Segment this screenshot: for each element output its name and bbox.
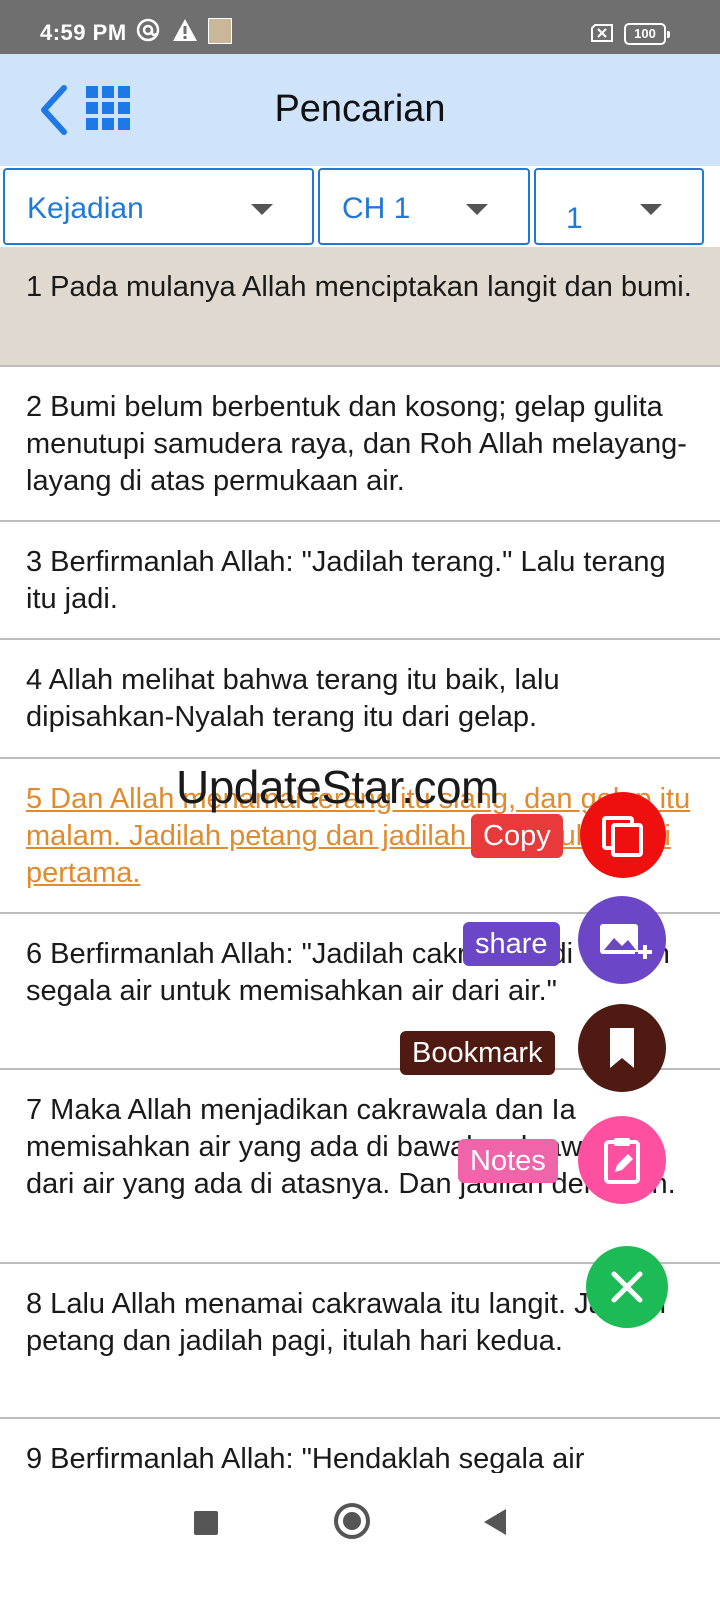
bookmark-icon	[610, 1028, 634, 1068]
app-notification-icon	[208, 18, 232, 44]
notes-button[interactable]	[578, 1116, 666, 1204]
verse-dropdown-value: 1	[566, 202, 583, 235]
back-triangle-icon[interactable]	[484, 1509, 506, 1535]
status-time: 4:59 PM	[40, 20, 127, 45]
copy-label[interactable]: Copy	[471, 814, 563, 858]
add-photo-icon	[600, 924, 652, 959]
close-icon	[611, 1271, 643, 1303]
verse-item[interactable]: 3 Berfirmanlah Allah: "Jadilah terang." …	[0, 522, 720, 640]
chapter-dropdown[interactable]: CH 1	[318, 168, 530, 245]
home-icon[interactable]	[334, 1503, 370, 1539]
dropdown-arrow-icon	[251, 204, 273, 215]
notes-label[interactable]: Notes	[458, 1139, 558, 1183]
dropdown-arrow-icon	[466, 204, 488, 215]
share-button[interactable]	[578, 896, 666, 984]
app-header: Pencarian	[0, 54, 720, 166]
verse-item[interactable]: 2 Bumi belum berbentuk dan kosong; gelap…	[0, 367, 720, 522]
bookmark-button[interactable]	[578, 1004, 666, 1092]
recents-icon[interactable]	[194, 1511, 218, 1535]
system-nav-bar	[0, 1473, 720, 1600]
dropdown-arrow-icon	[640, 204, 662, 215]
verse-item[interactable]: 9 Berfirmanlah Allah: "Hendaklah segala …	[0, 1419, 720, 1473]
watermark: UpdateStar.com	[176, 761, 499, 813]
battery-icon: 100	[624, 23, 670, 45]
status-bar: 4:59 PM 100	[0, 0, 720, 54]
close-menu-button[interactable]	[586, 1246, 668, 1328]
copy-button[interactable]	[580, 792, 666, 878]
verse-dropdown[interactable]: 1	[534, 168, 704, 245]
copy-icon	[602, 816, 643, 857]
chapter-dropdown-value: CH 1	[342, 192, 411, 225]
page-title: Pencarian	[274, 88, 446, 130]
book-dropdown-value: Kejadian	[27, 192, 144, 225]
share-label[interactable]: share	[463, 922, 560, 966]
verse-item[interactable]: 4 Allah melihat bahwa terang itu baik, l…	[0, 640, 720, 759]
verse-item[interactable]: 1 Pada mulanya Allah menciptakan langit …	[0, 247, 720, 367]
bookmark-label[interactable]: Bookmark	[400, 1031, 555, 1075]
clipboard-edit-icon	[604, 1138, 640, 1184]
no-sim-icon	[591, 24, 613, 42]
warning-icon	[173, 19, 197, 41]
book-dropdown[interactable]: Kejadian	[3, 168, 314, 245]
at-sign-icon	[136, 18, 160, 42]
